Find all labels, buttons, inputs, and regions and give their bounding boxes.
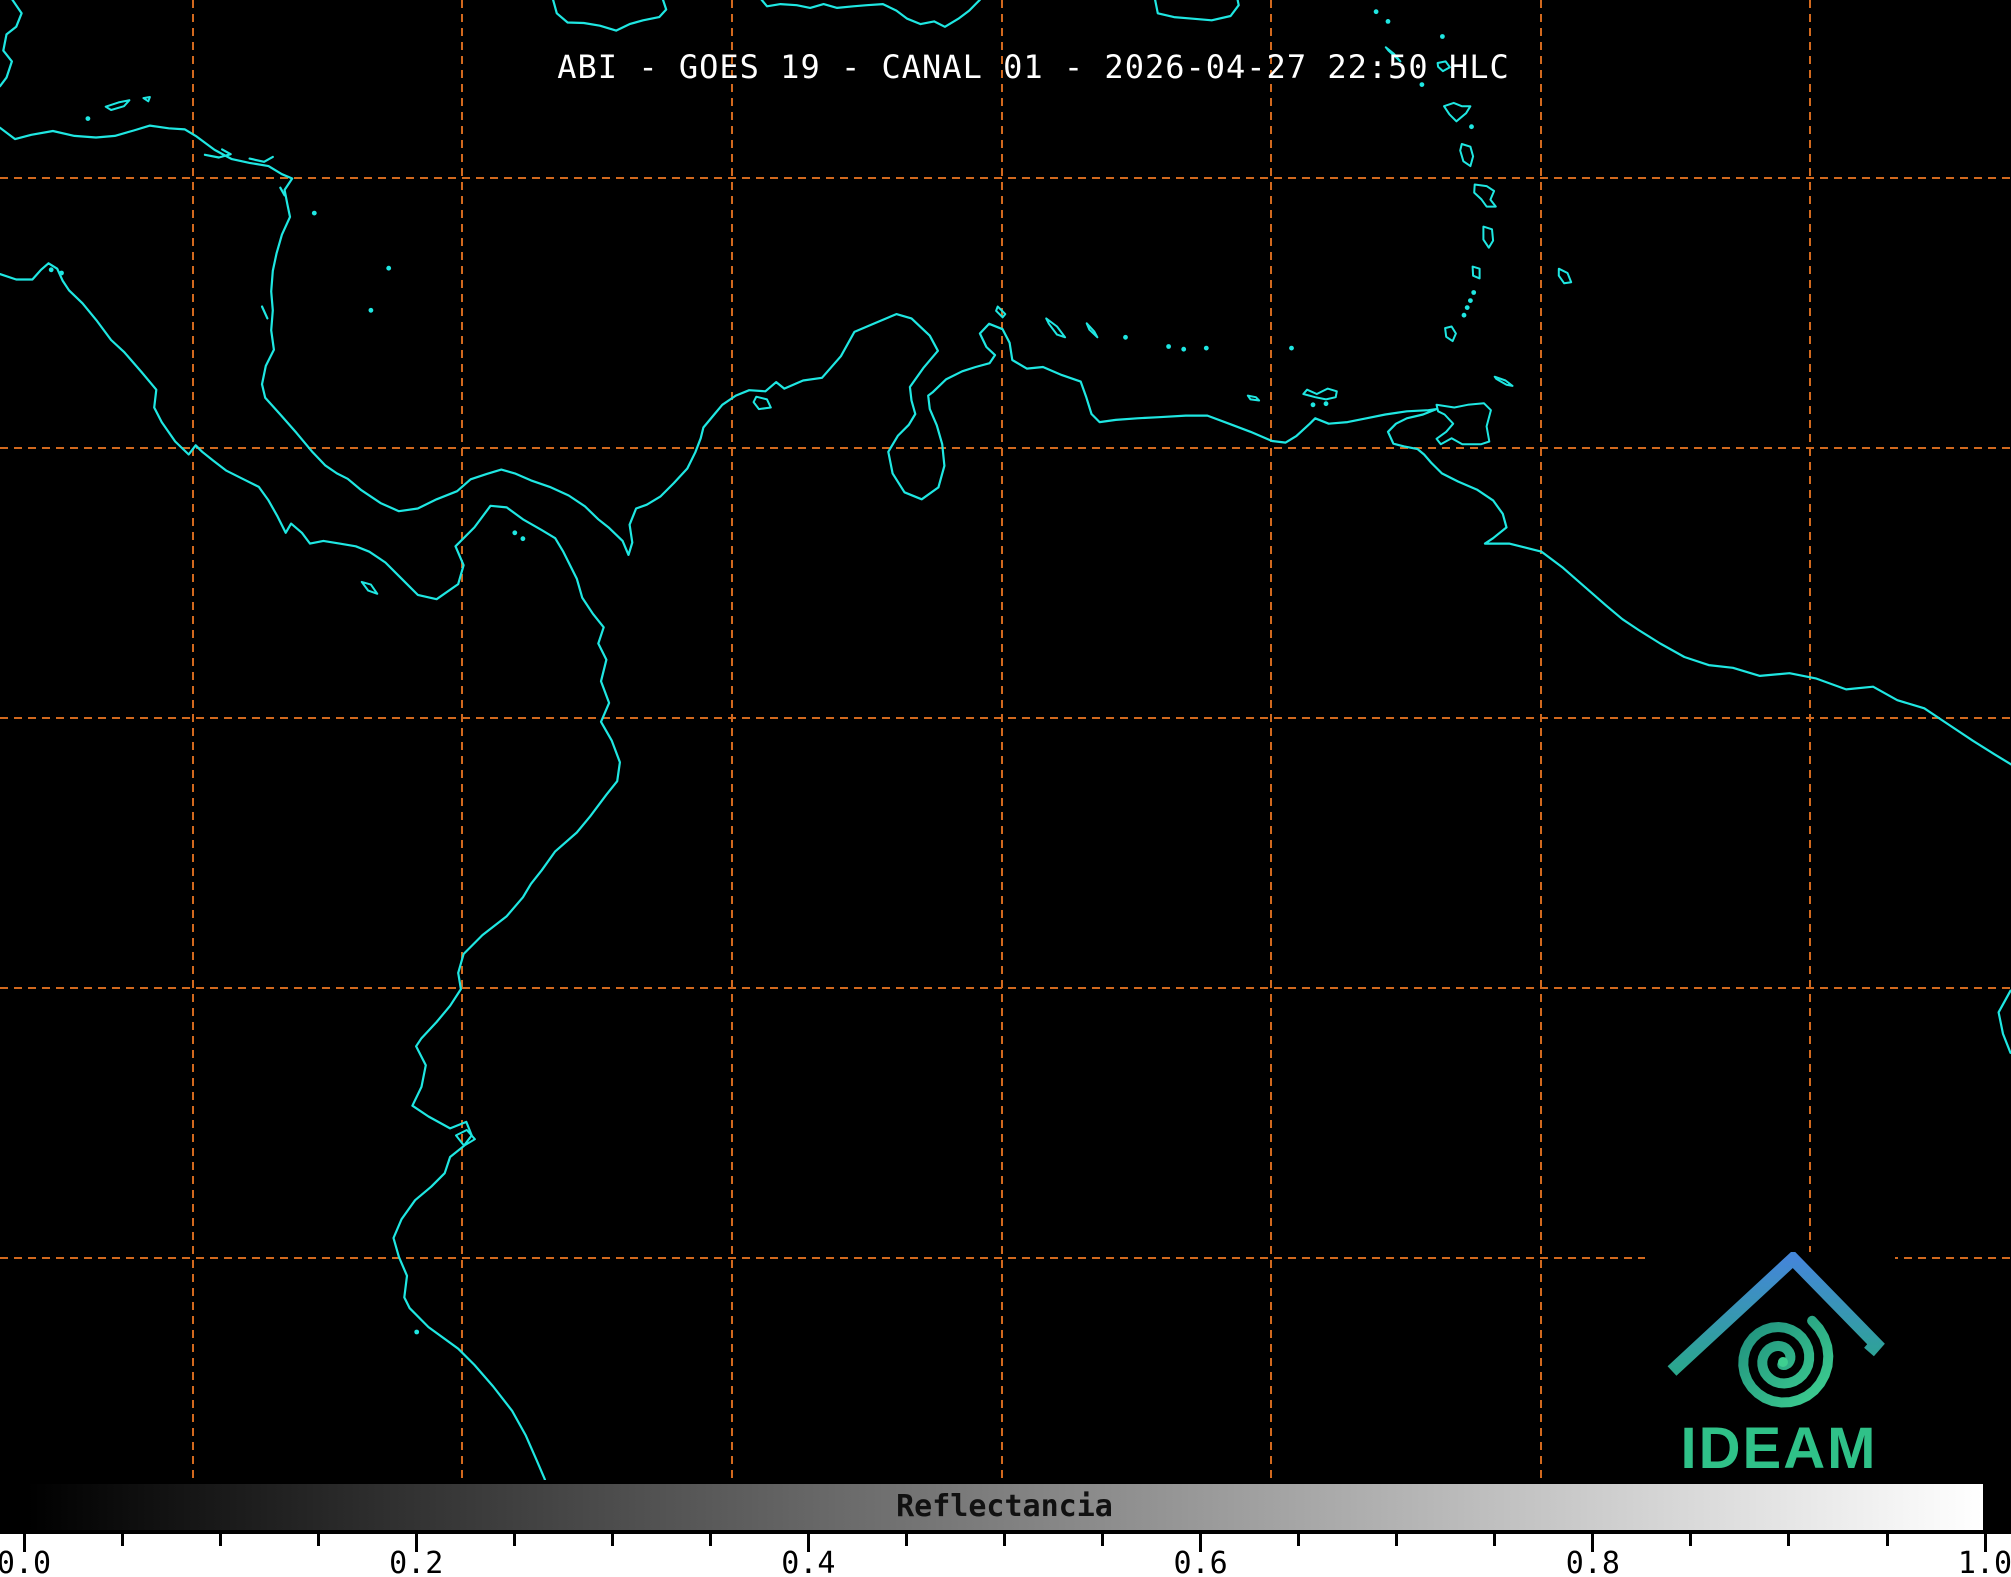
colorbar-minor-tick xyxy=(1689,1534,1692,1546)
colorbar-label: Reflectancia xyxy=(26,1484,1983,1530)
colorbar-minor-tick xyxy=(1297,1534,1300,1546)
ideam-logo: IDEAM xyxy=(1645,1252,1895,1480)
colorbar-tick-label: 0.4 xyxy=(763,1546,853,1577)
colorbar-minor-tick xyxy=(1395,1534,1398,1546)
satellite-product-image: ABI - GOES 19 - CANAL 01 - 2026-04-27 22… xyxy=(0,0,2011,1577)
colorbar-minor-tick xyxy=(1003,1534,1006,1546)
colorbar-minor-tick xyxy=(317,1534,320,1546)
colorbar-minor-tick xyxy=(1493,1534,1496,1546)
colorbar-minor-tick xyxy=(1886,1534,1889,1546)
map-title: ABI - GOES 19 - CANAL 01 - 2026-04-27 22… xyxy=(28,48,2011,86)
colorbar-tick-label: 1.0 xyxy=(1940,1546,2011,1577)
colorbar: Reflectancia xyxy=(22,1480,1987,1534)
colorbar-tick-label: 0.0 xyxy=(0,1546,69,1577)
colorbar-minor-tick xyxy=(219,1534,222,1546)
logo-text: IDEAM xyxy=(1681,1416,1878,1480)
colorbar-minor-tick xyxy=(1787,1534,1790,1546)
colorbar-tick-label: 0.2 xyxy=(371,1546,461,1577)
colorbar-minor-tick xyxy=(611,1534,614,1546)
colorbar-tick-label: 0.8 xyxy=(1548,1546,1638,1577)
colorbar-minor-tick xyxy=(121,1534,124,1546)
colorbar-minor-tick xyxy=(513,1534,516,1546)
colorbar-minor-tick xyxy=(905,1534,908,1546)
spiral-eye-icon xyxy=(1778,1357,1788,1367)
colorbar-tick-label: 0.6 xyxy=(1156,1546,1246,1577)
colorbar-minor-tick xyxy=(1101,1534,1104,1546)
colorbar-minor-tick xyxy=(709,1534,712,1546)
colorbar-axis: 0.0 0.2 0.4 0.6 0.8 1.0 xyxy=(0,1534,2011,1577)
